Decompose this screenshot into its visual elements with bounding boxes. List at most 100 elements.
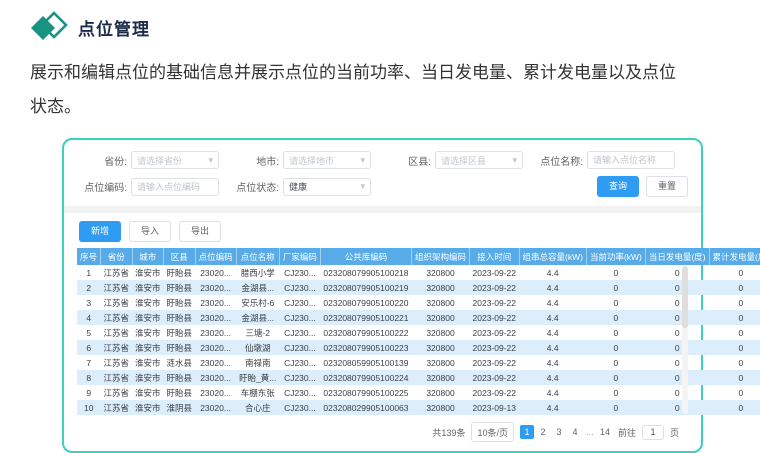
district-label: 区县: <box>381 153 431 168</box>
table-cell: 0 <box>709 340 760 355</box>
column-header: 点位编码 <box>195 248 236 265</box>
table-head-row: 序号省份城市区县点位编码点位名称厂家编码公共库编码组织架构编码接入时间组串总容量… <box>77 248 760 265</box>
table-cell: 0 <box>586 325 645 340</box>
table-row: 7江苏省淮安市涟水县23020...南禄南CJ230...02320805990… <box>77 355 760 370</box>
goto-page-input[interactable] <box>642 425 664 440</box>
table-cell: 6 <box>77 340 101 355</box>
table-cell: 023208059905100139 <box>320 355 411 370</box>
table-cell: 23020... <box>195 295 236 310</box>
table-cell: 0 <box>709 400 760 415</box>
pagination: 共139条 10条/页 1234...14 前往 页 <box>77 422 688 442</box>
table-cell: 江苏省 <box>101 295 133 310</box>
table-cell: 4 <box>77 310 101 325</box>
column-header: 组串总容量(kW) <box>519 248 586 265</box>
table-cell: 淮安市 <box>132 265 164 280</box>
table-cell: 023208079905100221 <box>320 310 411 325</box>
table-cell: 9 <box>77 385 101 400</box>
table-cell: 023208079905100224 <box>320 370 411 385</box>
column-header: 区县 <box>164 248 196 265</box>
table-cell: 320800 <box>412 370 470 385</box>
point-name-label: 点位名称: <box>533 153 583 168</box>
table-cell: 淮安市 <box>132 295 164 310</box>
filter-district: 区县: 请选择区县 ▾ <box>381 151 523 169</box>
point-name-input[interactable] <box>587 151 675 169</box>
point-code-input[interactable] <box>131 178 219 196</box>
city-select[interactable]: 请选择地市 ▾ <box>283 151 371 169</box>
table-cell: CJ230... <box>279 370 320 385</box>
table-cell: 0 <box>586 355 645 370</box>
import-button[interactable]: 导入 <box>129 221 171 242</box>
add-button[interactable]: 新增 <box>79 221 121 242</box>
table-cell: 江苏省 <box>101 325 133 340</box>
point-status-value: 健康 <box>289 180 360 193</box>
table-cell: 320800 <box>412 400 470 415</box>
scrollbar-thumb[interactable] <box>682 266 688 328</box>
table-cell: 盱眙县 <box>164 280 196 295</box>
chevron-down-icon: ▾ <box>512 156 517 165</box>
point-status-select[interactable]: 健康 ▾ <box>283 178 371 196</box>
district-select[interactable]: 请选择区县 ▾ <box>435 151 523 169</box>
table-cell: 0 <box>586 340 645 355</box>
table-cell: 4.4 <box>519 400 586 415</box>
table-cell: 合心庄 <box>236 400 279 415</box>
chevron-down-icon: ▾ <box>360 182 365 191</box>
page-description: 展示和编辑点位的基础信息并展示点位的当前功率、当日发电量、累计发电量以及点位状态… <box>30 56 686 124</box>
column-header: 点位名称 <box>236 248 279 265</box>
table-cell: 023208079905100223 <box>320 340 411 355</box>
table-cell: 0 <box>709 295 760 310</box>
table-cell: 2023-09-22 <box>470 280 519 295</box>
search-button[interactable]: 查询 <box>597 176 639 197</box>
table-cell: 淮安市 <box>132 355 164 370</box>
table-cell: 023208079905100220 <box>320 295 411 310</box>
table-cell: 23020... <box>195 385 236 400</box>
table-cell: 0 <box>586 295 645 310</box>
table-cell: 淮安市 <box>132 400 164 415</box>
table-cell: CJ230... <box>279 265 320 280</box>
column-header: 累计发电量(度) <box>709 248 760 265</box>
table-cell: CJ230... <box>279 340 320 355</box>
table-cell: 2023-09-22 <box>470 385 519 400</box>
table-cell: 5 <box>77 325 101 340</box>
table-cell: 盱眙县 <box>164 265 196 280</box>
table-cell: 盱眙县 <box>164 385 196 400</box>
table-cell: 0 <box>709 310 760 325</box>
table-cell: 2023-09-22 <box>470 295 519 310</box>
filter-area: 省份: 请选择省份 ▾ 地市: 请选择地市 ▾ 区县: 请选择区县 ▾ 点位名称… <box>77 151 688 197</box>
column-header: 厂家编码 <box>279 248 320 265</box>
table-cell: 淮安市 <box>132 385 164 400</box>
reset-button[interactable]: 重置 <box>646 176 688 197</box>
table-cell: 2023-09-22 <box>470 355 519 370</box>
table-cell: 金湖县... <box>236 310 279 325</box>
city-placeholder: 请选择地市 <box>289 154 360 167</box>
table-cell: 淮安市 <box>132 340 164 355</box>
table-cell: 盱眙县 <box>164 295 196 310</box>
column-header: 公共库编码 <box>320 248 411 265</box>
table-body: 1江苏省淮安市盱眙县23020...腊西小学CJ230...0232080799… <box>77 265 760 415</box>
table-cell: 0 <box>586 310 645 325</box>
province-placeholder: 请选择省份 <box>137 154 208 167</box>
table-cell: 2023-09-22 <box>470 340 519 355</box>
table-cell: 4.4 <box>519 385 586 400</box>
table-cell: 0 <box>645 355 709 370</box>
table-cell: 23020... <box>195 370 236 385</box>
chevron-down-icon: ▾ <box>360 156 365 165</box>
table-cell: 23020... <box>195 280 236 295</box>
table-cell: 320800 <box>412 325 470 340</box>
table-cell: 车棚东张 <box>236 385 279 400</box>
table-row: 8江苏省淮安市盱眙县23020...盱眙_黄...CJ230...0232080… <box>77 370 760 385</box>
table-cell: 0 <box>645 265 709 280</box>
table-cell: 023208079905100218 <box>320 265 411 280</box>
filter-point-code: 点位编码: <box>77 178 219 196</box>
table-cell: 320800 <box>412 265 470 280</box>
table-cell: 4.4 <box>519 370 586 385</box>
filter-buttons: 查询 重置 <box>597 176 688 197</box>
table-cell: 江苏省 <box>101 280 133 295</box>
page-title: 点位管理 <box>78 15 150 40</box>
table-row: 5江苏省淮安市盱眙县23020...三塘-2CJ230...0232080799… <box>77 325 760 340</box>
table-scrollbar[interactable] <box>682 266 688 414</box>
page-size-select[interactable]: 10条/页 <box>471 422 514 442</box>
table-cell: 南禄南 <box>236 355 279 370</box>
export-button[interactable]: 导出 <box>179 221 221 242</box>
table-cell: 2023-09-22 <box>470 265 519 280</box>
province-select[interactable]: 请选择省份 ▾ <box>131 151 219 169</box>
